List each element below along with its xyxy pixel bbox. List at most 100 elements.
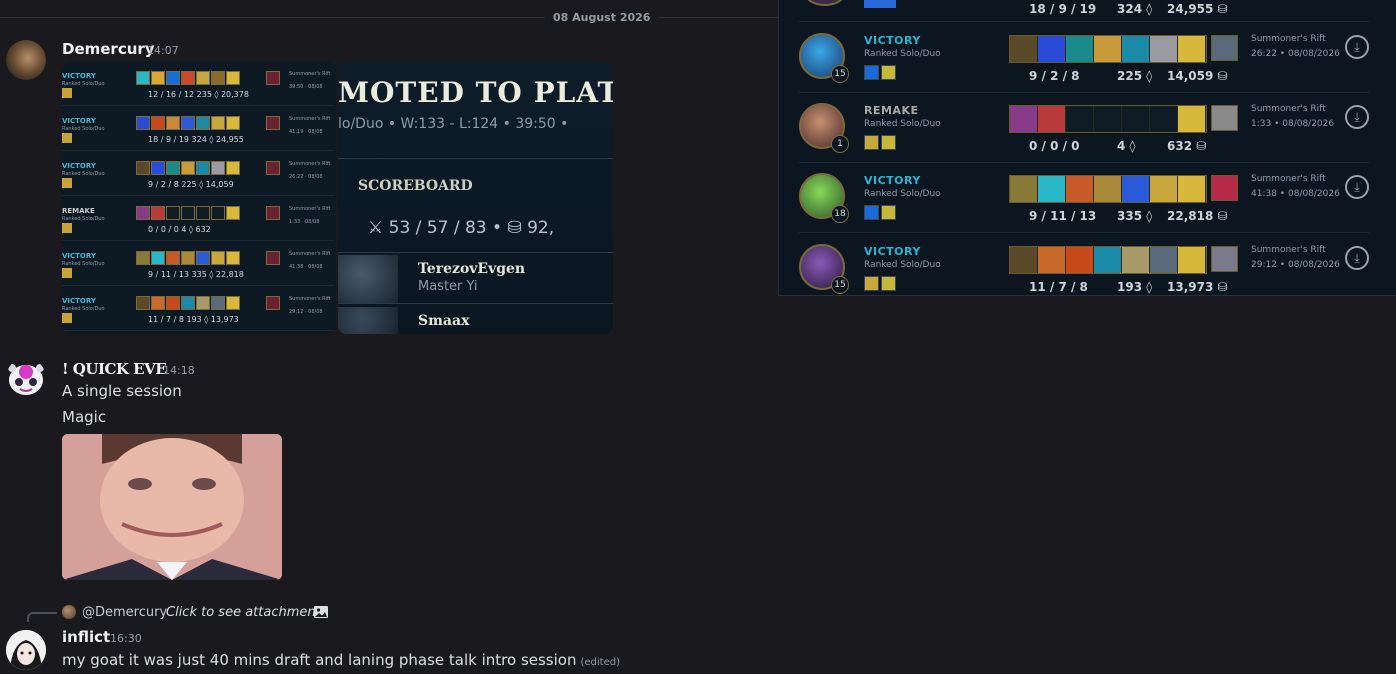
trinket-icon	[1211, 246, 1238, 272]
creep-score: 193 ◊	[1117, 280, 1153, 294]
queue-type: Ranked Solo/Duo	[62, 306, 105, 312]
rune-icon	[62, 88, 72, 98]
item-icon	[1094, 36, 1122, 62]
item-icon	[181, 71, 195, 85]
summoner-spell-icon	[864, 65, 879, 80]
match-result: VICTORY	[864, 34, 921, 47]
item-slot-empty	[1094, 106, 1122, 132]
queue-type: Ranked Solo/Duo	[62, 216, 105, 222]
match-stats: 18 / 9 / 19 324 ◊ 24,955	[148, 135, 244, 144]
image-icon	[314, 606, 328, 618]
game-mode: Summoner's Rift	[1251, 104, 1326, 114]
item-icon	[181, 251, 195, 265]
item-icon	[211, 116, 225, 130]
inflict-avatar-art	[6, 630, 46, 670]
timestamp[interactable]: 16:30	[110, 632, 142, 645]
edited-tag: (edited)	[580, 657, 620, 668]
trinket-icon	[266, 251, 280, 265]
mini-match-row: VICTORY Ranked Solo/Duo 12 / 16 / 12 235…	[62, 62, 334, 106]
timestamp[interactable]: 14:18	[163, 364, 195, 377]
match-result: VICTORY	[62, 252, 96, 260]
game-mode: Summoner's Rift	[1251, 34, 1326, 44]
summoner-spells	[864, 276, 896, 291]
item-build	[136, 161, 240, 175]
download-icon[interactable]: ⤓	[1345, 175, 1369, 199]
avatar[interactable]	[6, 358, 46, 398]
summoner-spells	[864, 205, 896, 220]
item-icon	[226, 251, 240, 265]
match-row[interactable]: 15 VICTORY Ranked Solo/Duo 9 / 2 / 8 225…	[799, 23, 1369, 93]
duration-date: 29:12 • 08/08/2026	[1251, 260, 1340, 270]
item-icon	[1122, 247, 1150, 273]
match-row[interactable]: 1 REMAKE Ranked Solo/Duo 0 / 0 / 0 4 ◊ 6…	[799, 93, 1369, 163]
item-icon	[1010, 106, 1038, 132]
avatar[interactable]	[6, 40, 46, 80]
item-icon	[1038, 106, 1066, 132]
duration-date: 26:22 • 08/08/2026	[1251, 49, 1340, 59]
timestamp[interactable]: 14:07	[147, 44, 179, 57]
match-row[interactable]: 18 VICTORY Ranked Solo/Duo 9 / 11 / 13 3…	[799, 163, 1369, 233]
download-icon[interactable]: ⤓	[1345, 246, 1369, 270]
item-build	[136, 116, 240, 130]
item-build	[1009, 246, 1207, 274]
kda: 0 / 0 / 0	[1029, 139, 1080, 153]
item-icon	[1038, 247, 1066, 273]
creep-score: 4 ◊	[1117, 139, 1136, 153]
image-attachment-match-history[interactable]: VICTORY Ranked Solo/Duo 12 / 16 / 12 235…	[62, 62, 336, 334]
avatar[interactable]	[6, 630, 46, 670]
game-mode: Summoner's Rift	[289, 206, 331, 212]
reply-avatar[interactable]	[62, 605, 76, 619]
player-name: Smaax	[418, 313, 470, 329]
kda: 9 / 2 / 8	[1029, 69, 1080, 83]
duration-date: 41:38 · 08/08	[289, 264, 323, 270]
item-build	[1009, 105, 1207, 133]
item-icon	[1122, 36, 1150, 62]
match-history-panel: 18 / 9 / 19 324 ◊ 24,955 ⛁ 15 VICTORY Ra…	[778, 0, 1396, 296]
item-icon	[211, 161, 225, 175]
reply-mention[interactable]: @Demercury	[82, 605, 167, 620]
image-attachment-face[interactable]	[62, 434, 282, 580]
queue-type: Ranked Solo/Duo	[864, 119, 941, 129]
match-result: REMAKE	[864, 104, 919, 117]
player-row: Smaax	[338, 305, 613, 334]
champion-level: 15	[831, 65, 849, 83]
item-icon	[181, 161, 195, 175]
item-icon	[1066, 176, 1094, 202]
item-icon	[1150, 176, 1178, 202]
face-image-art	[62, 434, 282, 580]
gold: 13,973 ⛁	[1167, 280, 1228, 294]
mini-match-row: VICTORY Ranked Solo/Duo 9 / 11 / 13 335 …	[62, 242, 334, 286]
champion-portrait	[338, 307, 398, 334]
match-result: VICTORY	[62, 117, 96, 125]
username[interactable]: ! QUICK EVE	[62, 360, 167, 378]
item-icon	[211, 296, 225, 310]
spells	[864, 0, 896, 8]
reply-preview[interactable]: Click to see attachment	[166, 605, 321, 620]
message-text: A single session	[62, 382, 182, 400]
match-result: VICTORY	[62, 162, 96, 170]
kda: 9 / 11 / 13	[1029, 209, 1097, 223]
match-result: VICTORY	[864, 245, 921, 258]
match-row[interactable]: 15 VICTORY Ranked Solo/Duo 11 / 7 / 8 19…	[799, 234, 1369, 295]
username[interactable]: inflict	[62, 628, 110, 646]
message-body: my goat it was just 40 mins draft and la…	[62, 651, 577, 669]
username[interactable]: Demercury	[62, 40, 155, 58]
download-icon[interactable]: ⤓	[1345, 105, 1369, 129]
item-icon	[136, 71, 150, 85]
trinket-icon	[266, 206, 280, 220]
rune-icon	[62, 313, 72, 323]
item-icon	[1066, 36, 1094, 62]
image-attachment-promotion[interactable]: MOTED TO PLATI lo/Duo • W:133 - L:124 • …	[338, 62, 613, 334]
match-result: VICTORY	[62, 72, 96, 80]
game-mode: Summoner's Rift	[289, 251, 331, 257]
queue-type: Ranked Solo/Duo	[864, 260, 941, 270]
summoner-spells	[864, 65, 896, 80]
gold: 22,818 ⛁	[1167, 209, 1228, 223]
summoner-spell-icon	[881, 276, 896, 291]
trinket-icon	[1211, 35, 1238, 61]
item-icon	[1178, 176, 1206, 202]
item-icon	[136, 296, 150, 310]
item-icon	[1094, 176, 1122, 202]
download-icon[interactable]: ⤓	[1345, 35, 1369, 59]
item-icon	[151, 206, 165, 220]
